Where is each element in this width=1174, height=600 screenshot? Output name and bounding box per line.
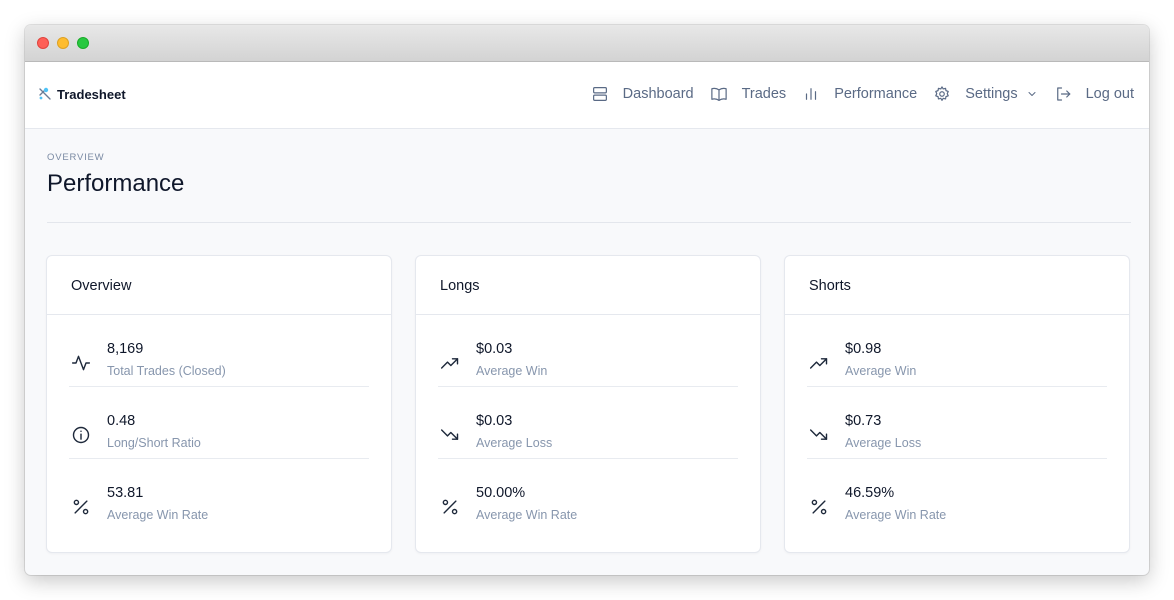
stat-label: Average Win Rate bbox=[845, 508, 947, 522]
stat-label: Total Trades (Closed) bbox=[107, 364, 226, 378]
card-title: Shorts bbox=[809, 278, 851, 294]
nav-item-label: Performance bbox=[834, 86, 918, 102]
percent-icon bbox=[811, 499, 827, 515]
stat-total-trades: 8,169 Total Trades (Closed) bbox=[69, 315, 369, 387]
card-title: Overview bbox=[71, 278, 132, 294]
card-header: Overview bbox=[47, 256, 391, 315]
maximize-window-button[interactable] bbox=[77, 37, 89, 49]
stat-value: 50.00% bbox=[476, 485, 526, 501]
card-title: Longs bbox=[440, 278, 480, 294]
minimize-window-button[interactable] bbox=[57, 37, 69, 49]
stat-label: Average Win bbox=[476, 364, 548, 378]
stat-value: $0.73 bbox=[845, 413, 882, 429]
longs-card: Longs $0.03 Average Win $0.03 Average Lo… bbox=[415, 255, 761, 553]
page-header: OVERVIEW Performance bbox=[47, 152, 1131, 198]
stat-label: Average Loss bbox=[476, 436, 553, 450]
stat-average-win-rate: 50.00% Average Win Rate bbox=[438, 459, 738, 531]
stat-value: $0.03 bbox=[476, 413, 513, 429]
info-circle-icon bbox=[72, 426, 90, 444]
stat-average-win: $0.98 Average Win bbox=[807, 315, 1107, 387]
stat-average-loss: $0.73 Average Loss bbox=[807, 387, 1107, 459]
stat-average-win: $0.03 Average Win bbox=[438, 315, 738, 387]
trending-up-icon bbox=[440, 358, 459, 369]
close-window-button[interactable] bbox=[37, 37, 49, 49]
percent-icon bbox=[442, 499, 458, 515]
nav-item-settings[interactable]: Settings bbox=[933, 85, 1037, 103]
top-navbar: Tradesheet Dashboard Trades Performance … bbox=[25, 62, 1149, 129]
stat-label: Long/Short Ratio bbox=[107, 436, 201, 450]
gear-icon bbox=[935, 86, 950, 101]
trending-up-icon bbox=[809, 358, 828, 369]
book-open-icon bbox=[710, 87, 727, 101]
bar-chart-icon bbox=[806, 88, 817, 100]
card-header: Longs bbox=[416, 256, 760, 315]
nav-item-performance[interactable]: Performance bbox=[802, 85, 917, 103]
stat-average-loss: $0.03 Average Loss bbox=[438, 387, 738, 459]
activity-icon bbox=[71, 355, 91, 371]
header-divider bbox=[47, 222, 1131, 223]
stat-value: $0.98 bbox=[845, 341, 882, 357]
nav-item-trades[interactable]: Trades bbox=[710, 85, 787, 103]
brand-logo-icon bbox=[39, 87, 51, 100]
nav-item-label: Settings bbox=[965, 86, 1018, 102]
stat-value: 53.81 bbox=[107, 485, 144, 501]
stat-value: 8,169 bbox=[107, 341, 144, 357]
server-stack-icon bbox=[592, 87, 607, 101]
stat-label: Average Win bbox=[845, 364, 917, 378]
nav-item-label: Log out bbox=[1085, 86, 1134, 102]
shorts-card: Shorts $0.98 Average Win $0.73 Average L… bbox=[784, 255, 1130, 553]
logout-icon bbox=[1056, 87, 1070, 101]
chevron-down-icon bbox=[1028, 92, 1036, 96]
nav-item-label: Dashboard bbox=[622, 86, 694, 102]
brand[interactable]: Tradesheet bbox=[37, 86, 126, 102]
trending-down-icon bbox=[440, 429, 459, 440]
breadcrumb: OVERVIEW bbox=[47, 152, 105, 163]
nav-item-dashboard[interactable]: Dashboard bbox=[591, 85, 694, 103]
window-titlebar bbox=[25, 25, 1149, 62]
stat-label: Average Win Rate bbox=[107, 508, 209, 522]
stat-value: 0.48 bbox=[107, 413, 136, 429]
browser-window: Tradesheet Dashboard Trades Performance … bbox=[25, 25, 1149, 575]
card-header: Shorts bbox=[785, 256, 1129, 315]
stat-average-win-rate: 46.59% Average Win Rate bbox=[807, 459, 1107, 531]
nav-menu: Dashboard Trades Performance Settings Lo… bbox=[591, 82, 1134, 106]
brand-name: Tradesheet bbox=[57, 86, 126, 102]
stat-long-short-ratio: 0.48 Long/Short Ratio bbox=[69, 387, 369, 459]
stat-label: Average Win Rate bbox=[476, 508, 578, 522]
percent-icon bbox=[73, 499, 89, 515]
trending-down-icon bbox=[809, 429, 828, 440]
overview-card: Overview 8,169 Total Trades (Closed) 0.4… bbox=[46, 255, 392, 553]
stat-value: $0.03 bbox=[476, 341, 513, 357]
page-title: Performance bbox=[47, 170, 185, 197]
stat-value: 46.59% bbox=[845, 485, 895, 501]
nav-item-label: Trades bbox=[741, 86, 787, 102]
stat-label: Average Loss bbox=[845, 436, 922, 450]
stat-average-win-rate: 53.81 Average Win Rate bbox=[69, 459, 369, 531]
nav-item-logout[interactable]: Log out bbox=[1054, 85, 1134, 103]
